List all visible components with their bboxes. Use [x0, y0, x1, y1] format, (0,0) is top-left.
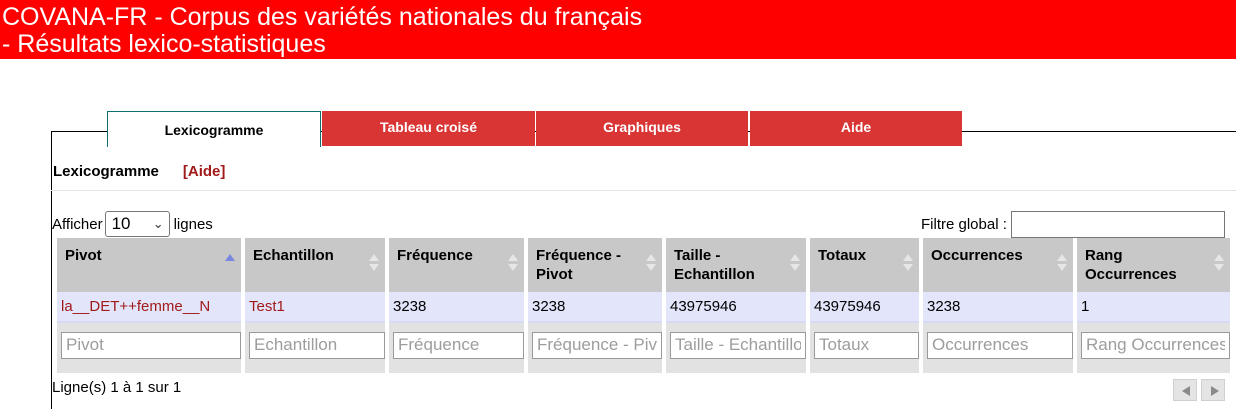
filter-cell: [666, 323, 806, 365]
filter-cell: [1077, 323, 1230, 365]
column-label: Fréquence: [397, 247, 473, 264]
strip-cell: [810, 365, 919, 373]
next-page-icon[interactable]: [1201, 379, 1225, 401]
strip-cell: [1077, 365, 1230, 373]
sort-asc-icon: [225, 254, 235, 274]
page-length-control: Afficher 10 ⌄ lignes: [52, 211, 213, 237]
tab-tableau-croise[interactable]: Tableau croisé: [322, 111, 535, 146]
pagination: [1173, 379, 1225, 401]
sort-icon: [1057, 254, 1067, 274]
filter-cell: [810, 323, 919, 365]
tab-aide[interactable]: Aide: [750, 111, 962, 146]
section-heading: Lexicogramme [Aide]: [53, 163, 225, 180]
filter-totaux-input[interactable]: [814, 331, 919, 359]
column-label: Pivot: [65, 247, 102, 264]
column-header-echantillon[interactable]: Echantillon: [245, 238, 385, 292]
filter-occurrences-input[interactable]: [927, 331, 1073, 359]
app-title-line2: - Résultats lexico-statistiques: [2, 30, 326, 58]
help-link[interactable]: [Aide]: [183, 163, 226, 180]
column-header-pivot[interactable]: Pivot: [57, 238, 241, 292]
column-label: Taille - Echantillon: [674, 247, 755, 283]
tab-graphiques[interactable]: Graphiques: [536, 111, 748, 146]
cell-occurrences: 3238: [923, 292, 1073, 323]
column-header-totaux[interactable]: Totaux: [810, 238, 919, 292]
cell-frequence: 3238: [389, 292, 524, 323]
sort-icon: [903, 254, 913, 274]
sort-icon: [369, 254, 379, 274]
strip-cell: [923, 365, 1073, 373]
column-label: Rang Occurrences: [1085, 247, 1177, 283]
cell-frequence-pivot: 3238: [528, 292, 662, 323]
divider: [51, 190, 1236, 191]
previous-page-icon[interactable]: [1173, 379, 1197, 401]
sort-icon: [508, 254, 518, 274]
cell-echantillon[interactable]: Test1: [245, 292, 385, 323]
app-header: COVANA-FR - Corpus des variétés national…: [0, 0, 1236, 59]
table-row: la__DET++femme__N Test1 3238 3238 439759…: [57, 292, 1230, 323]
cell-totaux: 43975946: [810, 292, 919, 323]
column-label: Echantillon: [253, 247, 334, 264]
global-filter-input[interactable]: [1010, 211, 1225, 238]
table-info: Ligne(s) 1 à 1 sur 1: [52, 379, 182, 396]
strip-cell: [245, 365, 385, 373]
length-suffix: lignes: [173, 215, 213, 233]
page-length-value: 10: [111, 214, 131, 233]
sort-icon: [790, 254, 800, 274]
column-filter-row: [57, 323, 1230, 365]
table-footer-strip: [57, 365, 1230, 373]
sort-icon: [646, 254, 656, 274]
filter-cell: [389, 323, 524, 365]
filter-cell: [528, 323, 662, 365]
filter-rang-occurrences-input[interactable]: [1081, 331, 1230, 359]
page-length-select[interactable]: 10 ⌄: [104, 211, 170, 237]
column-header-taille-echantillon[interactable]: Taille - Echantillon: [666, 238, 806, 292]
column-label: Occurrences: [931, 247, 1023, 264]
filter-pivot-input[interactable]: [61, 331, 241, 359]
column-header-occurrences[interactable]: Occurrences: [923, 238, 1073, 292]
filter-taille-echantillon-input[interactable]: [670, 331, 806, 359]
length-prefix: Afficher: [52, 215, 103, 233]
column-label: Totaux: [818, 247, 867, 264]
cell-pivot[interactable]: la__DET++femme__N: [57, 292, 241, 323]
filter-cell: [57, 323, 241, 365]
filter-cell: [923, 323, 1073, 365]
filter-frequence-pivot-input[interactable]: [532, 331, 662, 359]
strip-cell: [389, 365, 524, 373]
column-label: Fréquence - Pivot: [536, 247, 622, 283]
tab-lexicogramme[interactable]: Lexicogramme: [107, 111, 321, 147]
strip-cell: [57, 365, 241, 373]
chevron-down-icon: ⌄: [152, 216, 164, 231]
global-filter-label: Filtre global :: [921, 216, 1007, 233]
cell-rang-occurrences: 1: [1077, 292, 1230, 323]
results-table: Pivot Echantillon Fréquence Fréquence - …: [53, 238, 1234, 373]
column-header-frequence[interactable]: Fréquence: [389, 238, 524, 292]
filter-cell: [245, 323, 385, 365]
column-header-frequence-pivot[interactable]: Fréquence - Pivot: [528, 238, 662, 292]
column-header-rang-occurrences[interactable]: Rang Occurrences: [1077, 238, 1230, 292]
global-filter: Filtre global :: [921, 211, 1225, 238]
strip-cell: [666, 365, 806, 373]
filter-echantillon-input[interactable]: [249, 331, 385, 359]
app-title-line1: COVANA-FR - Corpus des variétés national…: [2, 3, 643, 31]
section-title: Lexicogramme: [53, 163, 159, 180]
filter-frequence-input[interactable]: [393, 331, 524, 359]
sort-icon: [1214, 254, 1224, 274]
strip-cell: [528, 365, 662, 373]
cell-taille-echantillon: 43975946: [666, 292, 806, 323]
